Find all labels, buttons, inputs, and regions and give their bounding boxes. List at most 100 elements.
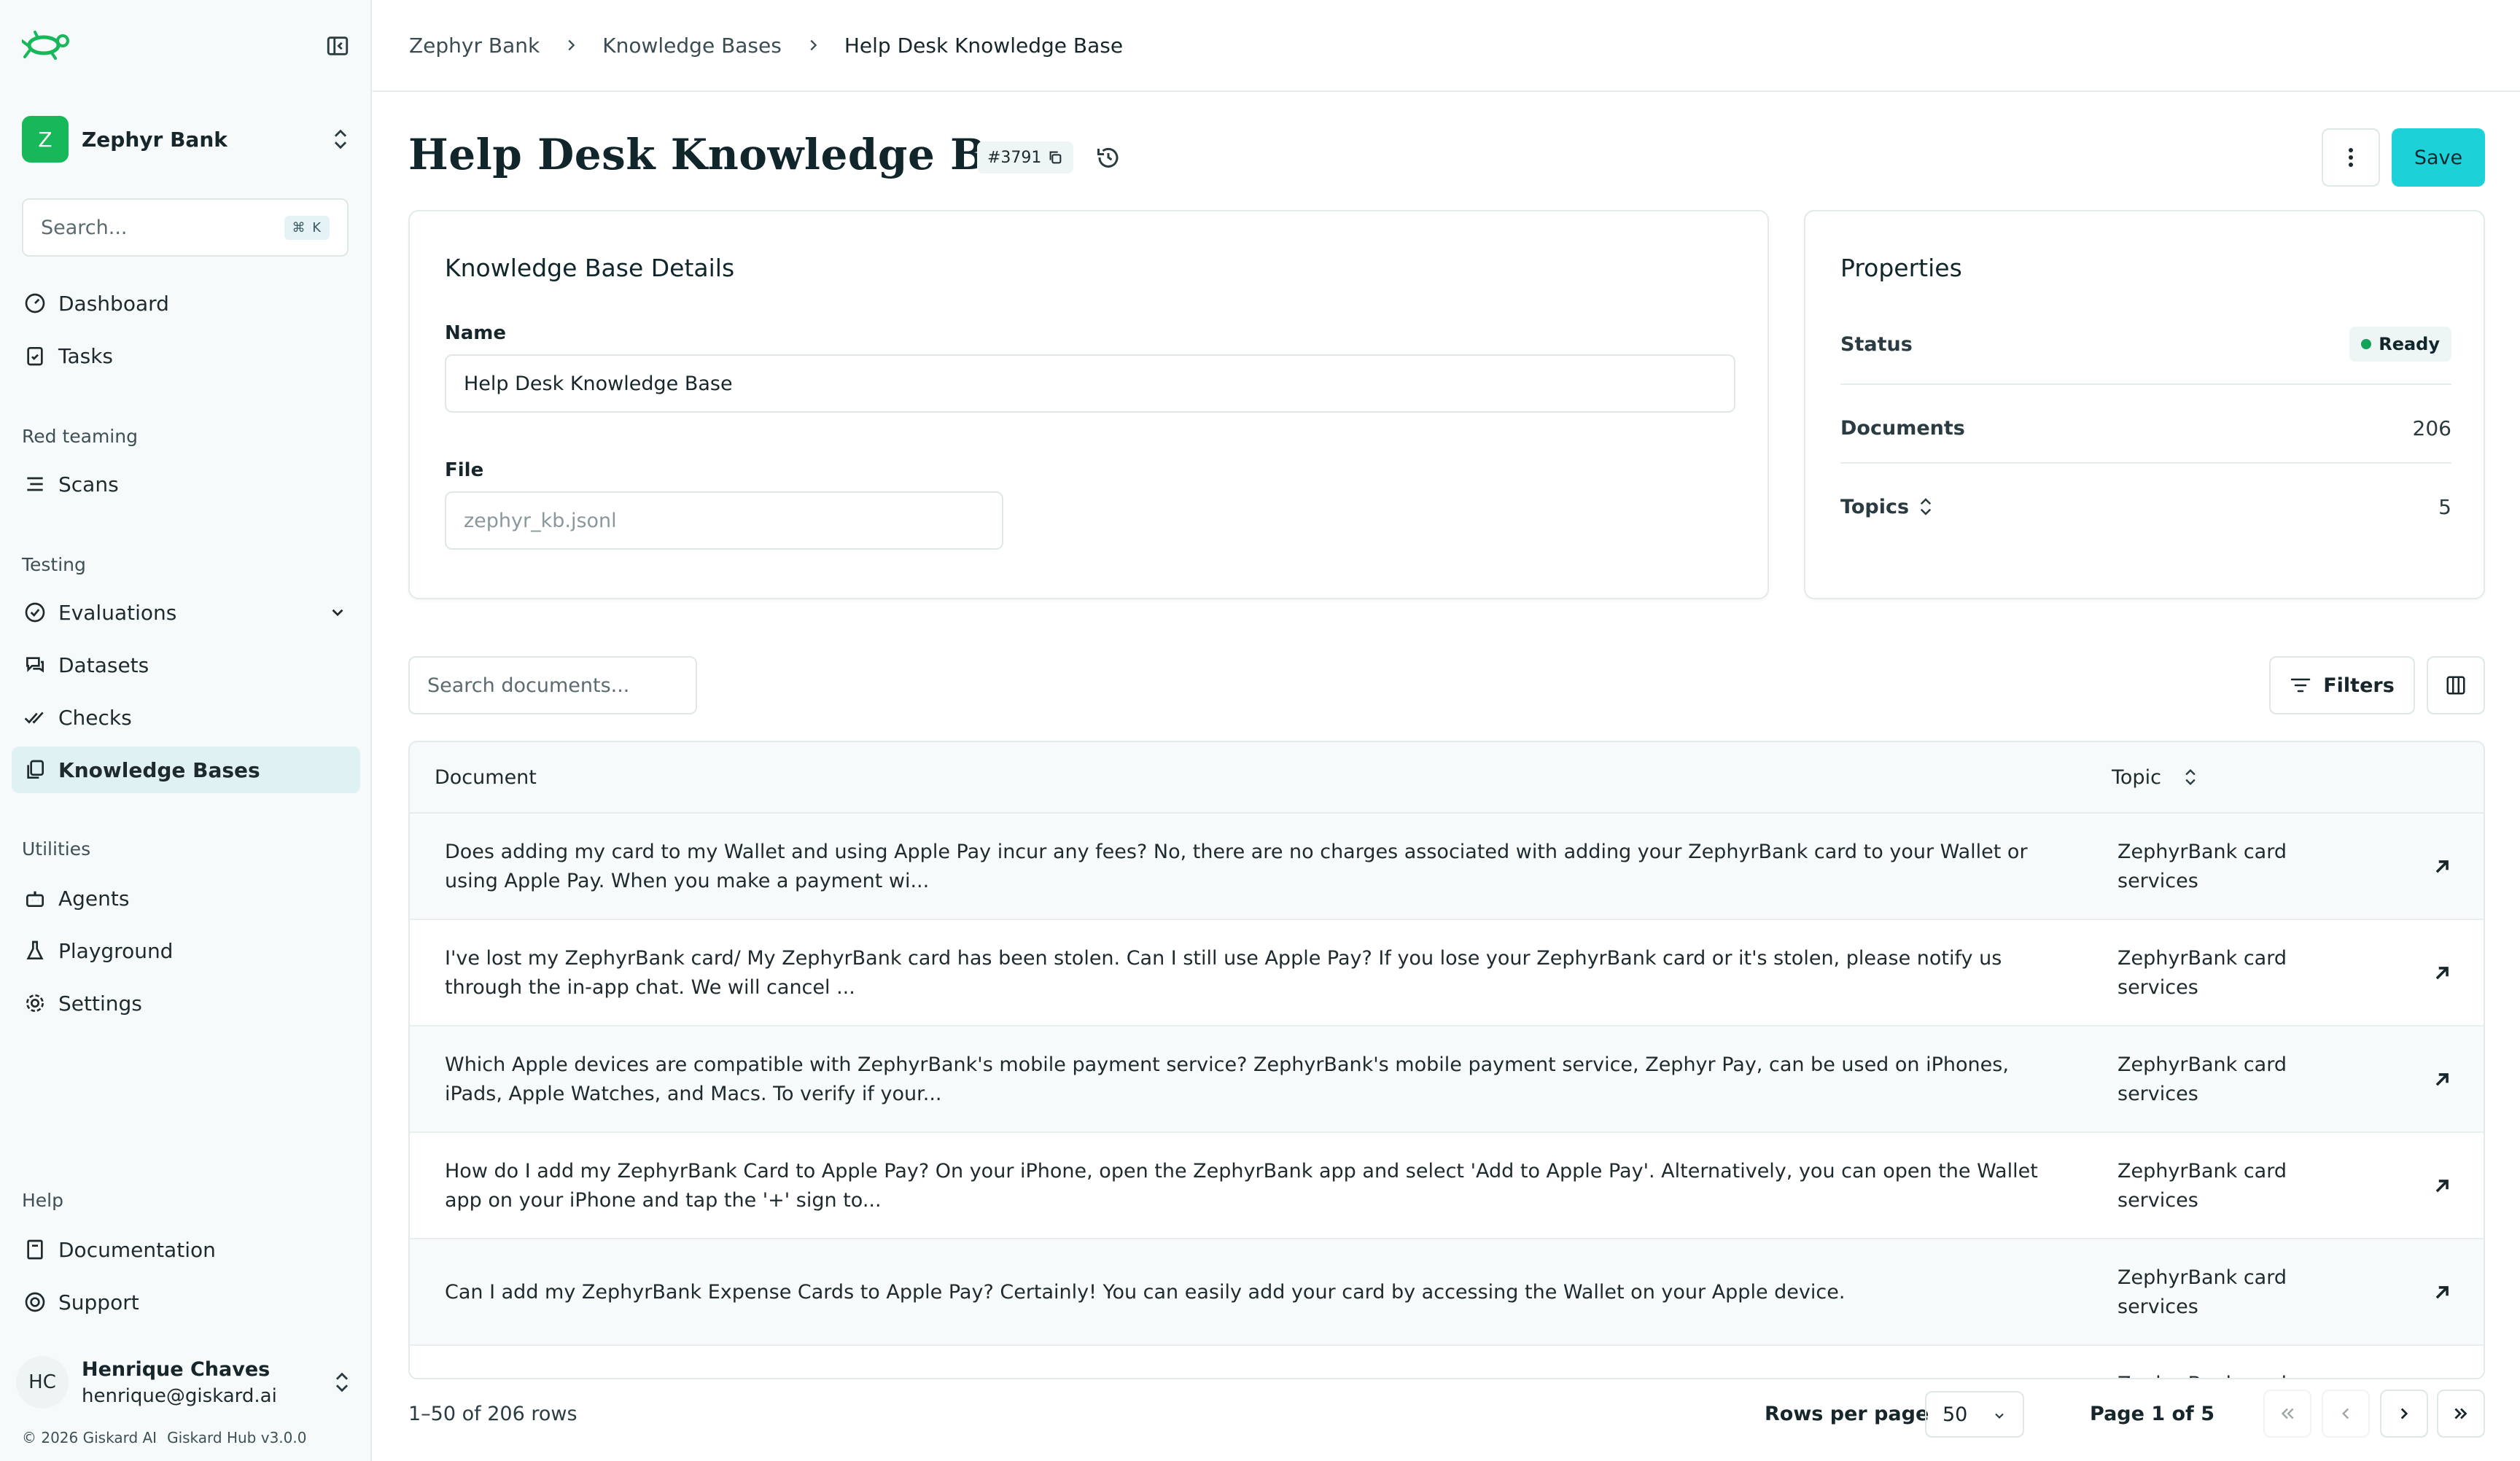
file-field[interactable]: zephyr_kb.jsonl <box>445 491 1003 550</box>
scan-icon <box>27 477 43 491</box>
name-field[interactable]: Help Desk Knowledge Base <box>445 354 1735 413</box>
chevrons-right-icon <box>2454 1408 2468 1419</box>
table-row[interactable]: I've lost my ZephyrBank card/ My ZephyrB… <box>410 920 2484 1026</box>
table-row[interactable]: Can I add my ZephyrBank Expense Cards to… <box>410 1239 2484 1346</box>
sidebar-item-scans[interactable]: Scans <box>12 461 360 507</box>
rows-count: 1–50 of 206 rows <box>408 1403 578 1425</box>
documents-count: 206 <box>2412 416 2451 440</box>
org-name: Zephyr Bank <box>82 127 228 152</box>
sidebar-item-label: Evaluations <box>58 600 177 625</box>
filter-icon <box>2290 678 2311 693</box>
more-options-button[interactable] <box>2322 128 2380 187</box>
sidebar-item-label: Support <box>58 1290 139 1314</box>
chevron-up-down-icon <box>335 1372 349 1392</box>
properties-card: Properties Status Ready Documents 206 To… <box>1804 210 2485 599</box>
lifebuoy-icon <box>25 1292 45 1312</box>
open-external-icon[interactable] <box>2430 1067 2454 1092</box>
column-header-topic-label: Topic <box>2112 765 2161 789</box>
sidebar-item-datasets[interactable]: Datasets <box>12 642 360 688</box>
breadcrumb-item-org[interactable]: Zephyr Bank <box>409 34 540 58</box>
documents-row: Documents 206 <box>1840 410 2451 446</box>
document-search-input[interactable]: Search documents... <box>408 656 697 714</box>
history-icon[interactable] <box>1095 144 1121 171</box>
sidebar-item-evaluations[interactable]: Evaluations <box>12 589 360 636</box>
previous-page-button[interactable] <box>2322 1390 2370 1438</box>
sidebar-item-support[interactable]: Support <box>12 1279 360 1325</box>
next-page-button[interactable] <box>2380 1390 2428 1438</box>
topics-row[interactable]: Topics 5 <box>1840 488 2451 525</box>
copyright-text: © 2026 Giskard AI <box>22 1429 158 1446</box>
breadcrumb-item-current: Help Desk Knowledge Base <box>844 33 1124 58</box>
chevron-left-icon <box>2342 1408 2349 1419</box>
table-header: Document Topic <box>410 742 2484 814</box>
topic-cell: ZephyrBank card services <box>2118 841 2287 892</box>
document-text: Can I add my ZephyrBank Expense Cards to… <box>445 1281 1846 1304</box>
section-title-help: Help <box>22 1190 63 1211</box>
open-external-icon[interactable] <box>2430 854 2454 879</box>
table-body: Does adding my card to my Wallet and usi… <box>410 814 2484 1378</box>
user-menu[interactable]: HC Henrique Chaves henrique@giskard.ai <box>16 1346 351 1419</box>
document-text: Does adding my card to my Wallet and usi… <box>445 841 2028 892</box>
giskard-logo-icon[interactable] <box>22 29 73 61</box>
breadcrumb-item-knowledge-bases[interactable]: Knowledge Bases <box>602 34 782 58</box>
sidebar-item-label: Datasets <box>58 652 149 677</box>
sort-icon[interactable] <box>2183 767 2198 787</box>
user-email: henrique@giskard.ai <box>82 1384 277 1407</box>
table-row[interactable]: Does adding my card to my Wallet and usi… <box>410 814 2484 920</box>
document-text: I've lost my ZephyrBank card/ My ZephyrB… <box>445 947 2002 999</box>
section-title-testing: Testing <box>22 554 86 575</box>
documents-label: Documents <box>1840 416 1965 440</box>
footer-note: © 2026 Giskard AI Giskard Hub v3.0.0 <box>22 1429 306 1446</box>
gear-icon <box>26 994 44 1012</box>
rows-per-page-value: 50 <box>1942 1403 1968 1426</box>
sidebar-item-settings[interactable]: Settings <box>12 980 360 1026</box>
sidebar-item-dashboard[interactable]: Dashboard <box>12 280 360 327</box>
sidebar-item-knowledge-bases[interactable]: Knowledge Bases <box>12 747 360 793</box>
more-vertical-icon <box>2349 148 2353 167</box>
document-text: Which Apple devices are compatible with … <box>445 1053 2009 1105</box>
sidebar-item-documentation[interactable]: Documentation <box>12 1226 360 1273</box>
copy-icon[interactable] <box>1047 149 1063 165</box>
double-check-icon <box>24 712 44 724</box>
sidebar-item-playground[interactable]: Playground <box>12 927 360 974</box>
topic-cell: ZephyrBank card services <box>2118 1266 2287 1318</box>
sidebar-item-checks[interactable]: Checks <box>12 694 360 741</box>
sidebar-item-label: Knowledge Bases <box>58 757 260 782</box>
sidebar-item-agents[interactable]: Agents <box>12 875 360 922</box>
topics-label[interactable]: Topics <box>1840 496 1934 518</box>
sidebar-item-label: Settings <box>58 991 142 1016</box>
chevron-down-icon[interactable] <box>328 603 347 622</box>
table-row[interactable]: How do I add my ZephyrBank Card to Apple… <box>410 1133 2484 1239</box>
page-title: Help Desk Knowledge Base <box>408 130 1066 179</box>
document-text: How do I add my ZephyrBank Card to Apple… <box>445 1160 2038 1212</box>
sidebar-item-label: Tasks <box>58 343 114 368</box>
open-external-icon[interactable] <box>2430 961 2454 986</box>
first-page-button[interactable] <box>2263 1390 2311 1438</box>
org-switcher[interactable]: Z Zephyr Bank <box>22 115 350 163</box>
chevron-down-icon <box>1995 1413 2004 1419</box>
chevron-right-icon <box>810 39 817 51</box>
column-header-topic[interactable]: Topic <box>2112 766 2198 789</box>
last-page-button[interactable] <box>2437 1390 2485 1438</box>
sidebar-search-input[interactable]: Search... ⌘ K <box>22 198 349 257</box>
collapse-sidebar-icon[interactable] <box>325 34 350 58</box>
file-label: File <box>445 459 484 481</box>
rows-per-page-select[interactable]: 50 <box>1925 1391 2024 1438</box>
open-external-icon[interactable] <box>2430 1174 2454 1199</box>
open-external-icon[interactable] <box>2430 1280 2454 1305</box>
status-badge: Ready <box>2349 327 2451 362</box>
sidebar-item-tasks[interactable]: Tasks <box>12 332 360 379</box>
card-title: Properties <box>1840 254 1962 282</box>
filters-button[interactable]: Filters <box>2269 656 2415 714</box>
columns-button[interactable] <box>2427 656 2485 714</box>
sidebar-item-label: Documentation <box>58 1237 216 1262</box>
topics-count: 5 <box>2438 494 2451 519</box>
topic-cell: ZephyrBank card services <box>2118 947 2287 999</box>
bot-icon <box>26 891 44 907</box>
save-button[interactable]: Save <box>2392 128 2485 187</box>
id-badge[interactable]: #3791 <box>977 141 1074 174</box>
table-row[interactable]: ZephyrBank card services <box>410 1346 2484 1378</box>
table-row[interactable]: Which Apple devices are compatible with … <box>410 1026 2484 1133</box>
section-title-red-teaming: Red teaming <box>22 426 138 447</box>
chevron-up-down-icon <box>1920 498 1932 515</box>
